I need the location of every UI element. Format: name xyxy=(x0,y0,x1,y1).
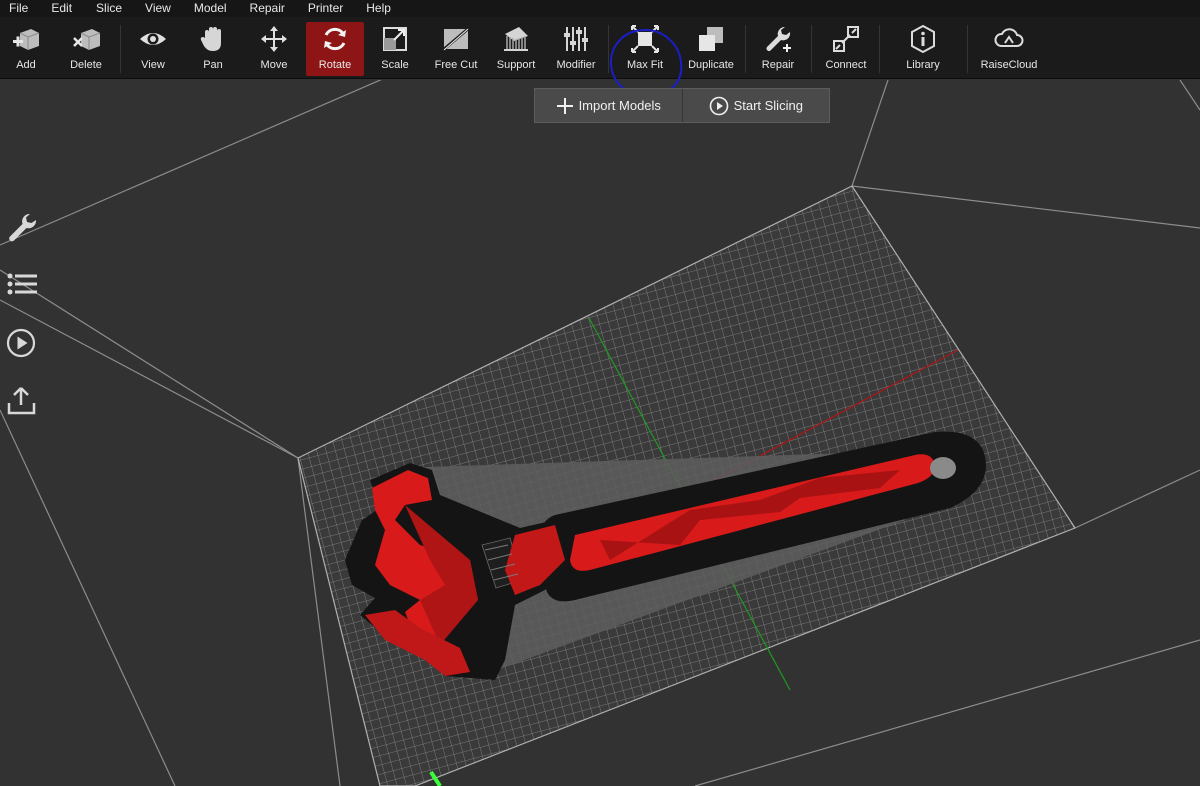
toolbar-separator xyxy=(608,25,609,73)
library-label: Library xyxy=(906,59,940,71)
main-toolbar: Add Delete View Pan Move Rotate Scale Fr… xyxy=(0,17,1200,100)
menu-file[interactable]: File xyxy=(9,0,28,17)
wrench-hole xyxy=(930,457,956,479)
move-button[interactable]: Move xyxy=(245,22,303,76)
modifier-sliders-icon xyxy=(559,22,593,56)
hand-icon xyxy=(196,22,230,56)
menu-edit[interactable]: Edit xyxy=(51,0,72,17)
view-label: View xyxy=(141,59,165,71)
delete-label: Delete xyxy=(70,59,102,71)
import-models-button[interactable]: Import Models xyxy=(535,89,682,122)
max-fit-label: Max Fit xyxy=(626,59,664,71)
support-icon xyxy=(499,22,533,56)
start-slicing-label: Start Slicing xyxy=(733,98,803,113)
connect-button[interactable]: Connect xyxy=(817,22,875,76)
connect-icon xyxy=(829,22,863,56)
support-label: Support xyxy=(496,59,536,71)
scale-icon xyxy=(378,22,412,56)
delete-button[interactable]: Delete xyxy=(57,22,115,76)
modifier-button[interactable]: Modifier xyxy=(547,22,605,76)
sidebar-play-button[interactable] xyxy=(4,325,40,361)
duplicate-button[interactable]: Duplicate xyxy=(682,22,740,76)
add-label: Add xyxy=(16,59,36,71)
library-info-icon xyxy=(906,22,940,56)
free-cut-button[interactable]: Free Cut xyxy=(427,22,485,76)
repair-label: Repair xyxy=(761,59,795,71)
connect-label: Connect xyxy=(825,59,867,71)
toolbar-separator xyxy=(811,25,812,73)
modifier-label: Modifier xyxy=(556,59,596,71)
duplicate-label: Duplicate xyxy=(688,59,734,71)
sidebar-upload-button[interactable] xyxy=(4,383,40,419)
add-button[interactable]: Add xyxy=(0,22,55,76)
wrench-plus-icon xyxy=(761,22,795,56)
move-arrows-icon xyxy=(257,22,291,56)
duplicate-icon xyxy=(694,22,728,56)
menu-model[interactable]: Model xyxy=(194,0,227,17)
raisecloud-button[interactable]: RaiseCloud xyxy=(980,22,1038,76)
view-button[interactable]: View xyxy=(124,22,182,76)
rotate-label: Rotate xyxy=(318,59,352,71)
menu-printer[interactable]: Printer xyxy=(308,0,343,17)
rotate-icon xyxy=(318,22,352,56)
toolbar-separator xyxy=(120,25,121,73)
toolbar-separator xyxy=(745,25,746,73)
menu-view[interactable]: View xyxy=(145,0,171,17)
max-fit-button[interactable]: Max Fit xyxy=(616,22,674,76)
import-models-label: Import Models xyxy=(578,98,661,113)
max-fit-icon xyxy=(628,22,662,56)
rotate-button[interactable]: Rotate xyxy=(306,22,364,76)
3d-viewport[interactable] xyxy=(0,80,1200,786)
add-cube-icon xyxy=(9,22,43,56)
sidebar-wrench-button[interactable] xyxy=(4,209,40,245)
move-label: Move xyxy=(260,59,288,71)
play-icon xyxy=(6,328,36,358)
support-button[interactable]: Support xyxy=(487,22,545,76)
plus-icon xyxy=(556,97,573,114)
raisecloud-label: RaiseCloud xyxy=(980,59,1038,71)
upload-icon xyxy=(7,387,36,415)
start-slicing-button[interactable]: Start Slicing xyxy=(681,89,830,122)
toolbar-separator xyxy=(967,25,968,73)
pan-label: Pan xyxy=(203,59,223,71)
pan-button[interactable]: Pan xyxy=(184,22,242,76)
menu-repair[interactable]: Repair xyxy=(250,0,285,17)
cloud-icon xyxy=(992,22,1026,56)
list-icon xyxy=(7,273,37,295)
menu-bar: File Edit Slice View Model Repair Printe… xyxy=(0,0,1200,17)
free-cut-icon xyxy=(439,22,473,56)
delete-cube-icon xyxy=(69,22,103,56)
menu-slice[interactable]: Slice xyxy=(96,0,122,17)
free-cut-label: Free Cut xyxy=(434,59,478,71)
scale-label: Scale xyxy=(381,59,409,71)
toolbar-separator xyxy=(879,25,880,73)
menu-help[interactable]: Help xyxy=(366,0,391,17)
sidebar-list-button[interactable] xyxy=(4,266,40,302)
action-bar: Import Models Start Slicing xyxy=(534,88,830,123)
eye-icon xyxy=(136,22,170,56)
scale-button[interactable]: Scale xyxy=(366,22,424,76)
wrench-icon xyxy=(9,213,37,242)
repair-button[interactable]: Repair xyxy=(749,22,807,76)
play-circle-icon xyxy=(709,96,728,115)
library-button[interactable]: Library xyxy=(894,22,952,76)
